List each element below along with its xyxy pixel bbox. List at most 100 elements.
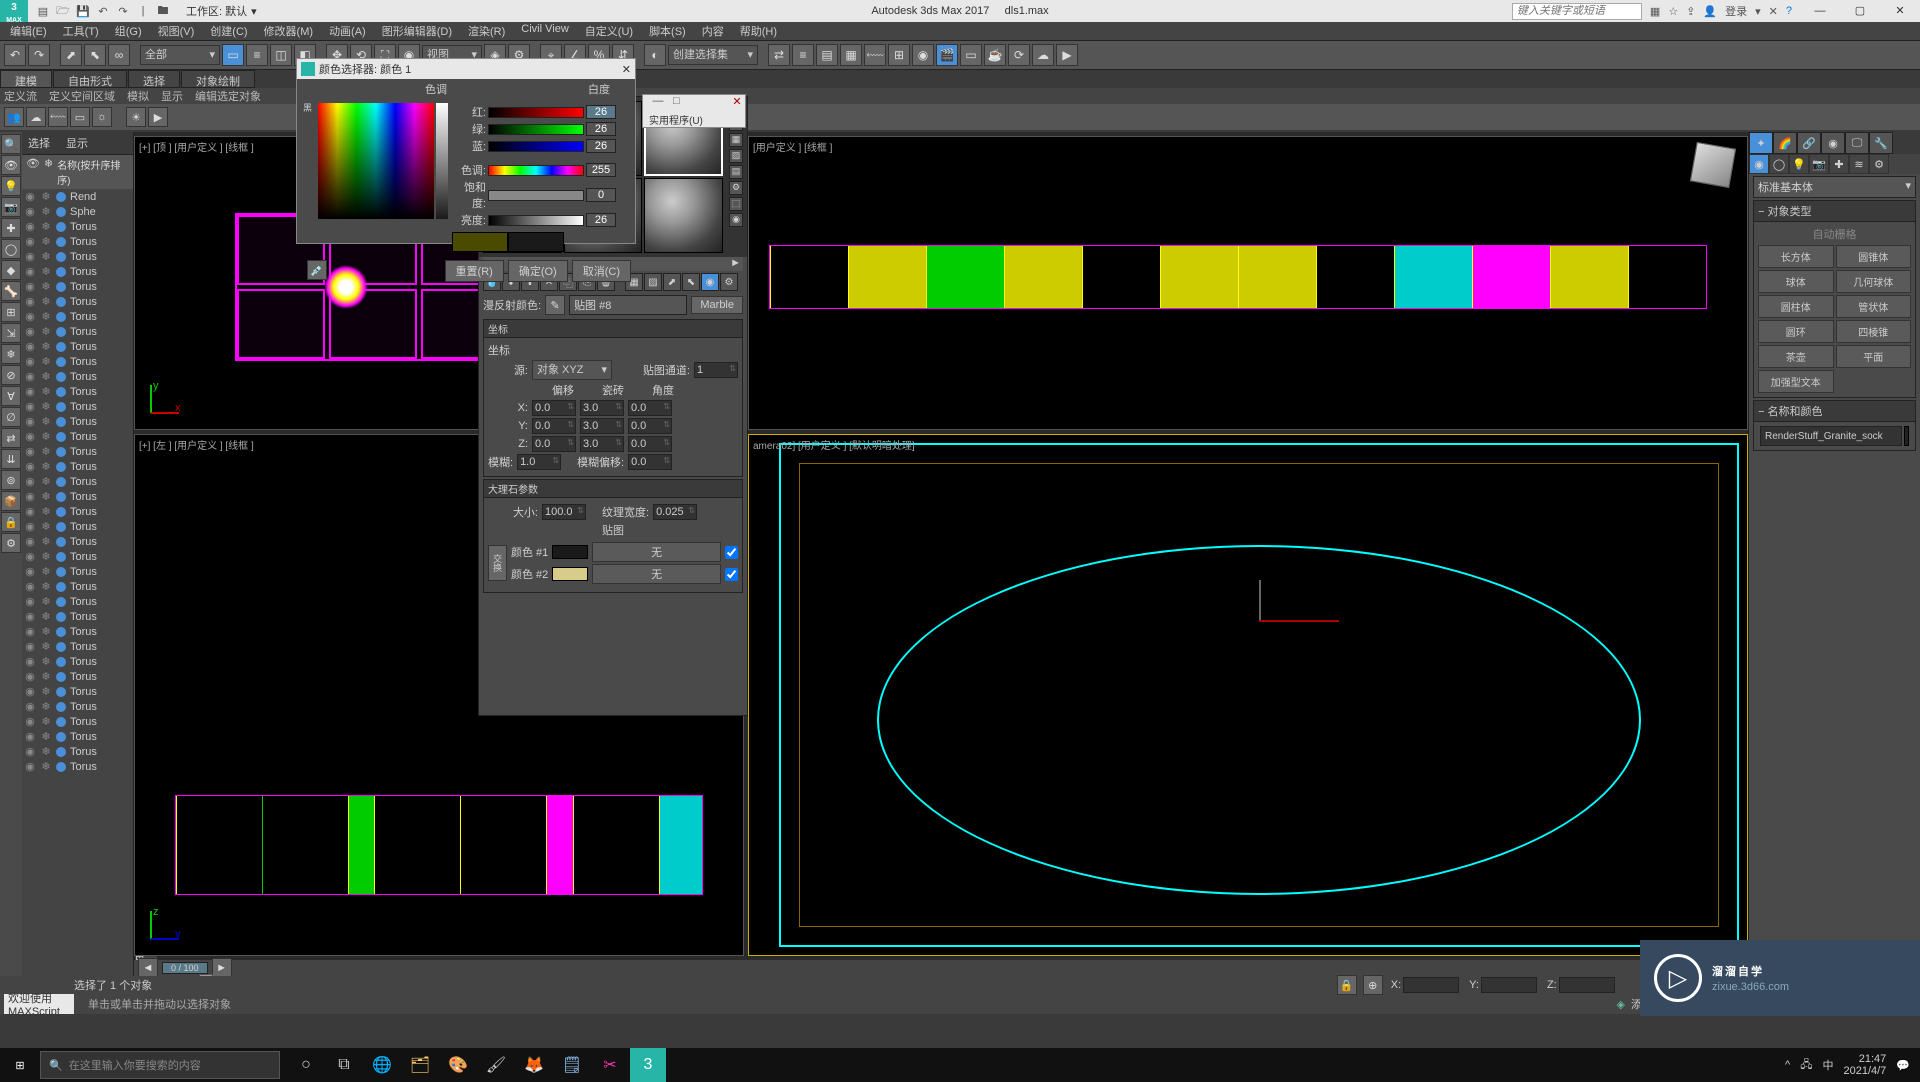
undo-icon[interactable]: ↶	[4, 44, 26, 66]
vis-icon[interactable]: ◉	[24, 700, 36, 713]
util-label[interactable]: 实用程序(U)	[643, 111, 745, 128]
vis-icon[interactable]: ◉	[24, 430, 36, 443]
vis-icon[interactable]: ◉	[24, 730, 36, 743]
list-item[interactable]: ◉❄Torus	[22, 504, 133, 519]
blur-spinner[interactable]: 1.0	[517, 454, 561, 470]
cortana-icon[interactable]: ○	[288, 1048, 324, 1082]
rollout-coords[interactable]: 坐标	[483, 319, 743, 338]
select-rect-icon[interactable]: ◫	[270, 44, 292, 66]
brush-icon[interactable]: 🖌	[478, 1048, 514, 1082]
bind-icon[interactable]: ∞	[108, 44, 130, 66]
util-max-button[interactable]: □	[673, 95, 729, 111]
map-name-field[interactable]: 贴图 #8	[569, 295, 687, 315]
abs-mode-icon[interactable]: ⊕	[1363, 975, 1383, 995]
menu-grapheditors[interactable]: 图形编辑器(D)	[376, 22, 458, 40]
offset-spinner[interactable]: 0.0	[532, 418, 576, 434]
se-children-icon[interactable]: ⇊	[1, 449, 21, 469]
menu-tools[interactable]: 工具(T)	[57, 22, 105, 40]
tray-time[interactable]: 21:47	[1843, 1053, 1886, 1065]
tray-notif-icon[interactable]: 💬	[1896, 1059, 1910, 1072]
list-item[interactable]: ◉❄Torus	[22, 324, 133, 339]
object-name-input[interactable]	[1760, 426, 1902, 446]
list-item[interactable]: ◉❄Torus	[22, 414, 133, 429]
named-sel-icon[interactable]: ◐	[644, 44, 666, 66]
vis-icon[interactable]: ◉	[24, 760, 36, 773]
mat-nav-icon[interactable]: ◉	[701, 273, 719, 291]
list-item[interactable]: ◉❄Torus	[22, 534, 133, 549]
align-icon[interactable]: ≡	[792, 44, 814, 66]
mat-goto-sibling-icon[interactable]: ⬉	[682, 273, 700, 291]
b-slider[interactable]	[488, 141, 584, 152]
list-item[interactable]: ◉❄Torus	[22, 249, 133, 264]
reset-button[interactable]: 重置(R)	[445, 260, 504, 282]
mat-editor-icon[interactable]: ◉	[912, 44, 934, 66]
s-slider[interactable]	[488, 190, 584, 201]
explorer-icon[interactable]: 🗂	[402, 1048, 438, 1082]
cmd-modify-icon[interactable]: 🌈	[1773, 132, 1797, 154]
sim-icon[interactable]: ▶	[148, 107, 168, 127]
tiling-spinner[interactable]: 3.0	[580, 418, 624, 434]
object-color-swatch[interactable]	[1904, 426, 1909, 446]
frz-icon[interactable]: ❄	[40, 385, 52, 398]
list-item[interactable]: ◉❄Torus	[22, 579, 133, 594]
vis-icon[interactable]: ◉	[24, 415, 36, 428]
vis-icon[interactable]: ◉	[24, 205, 36, 218]
select-name-icon[interactable]: ≡	[246, 44, 268, 66]
g-value[interactable]: 26	[586, 122, 616, 136]
se-light-icon[interactable]: 💡	[1, 176, 21, 196]
curve-editor-icon[interactable]: ⬳	[864, 44, 886, 66]
isolate-icon[interactable]: ◈	[1617, 998, 1625, 1011]
mat-options-icon[interactable]: ⚙	[720, 273, 738, 291]
vis-icon[interactable]: ◉	[24, 745, 36, 758]
se-find-icon[interactable]: 🔍	[1, 134, 21, 154]
lock-selection-icon[interactable]: 🔒	[1337, 975, 1357, 995]
sub-system-icon[interactable]: ⚙	[1869, 154, 1889, 174]
swap-button[interactable]: 交换	[488, 545, 507, 581]
render-iter-icon[interactable]: ⟳	[1008, 44, 1030, 66]
frz-icon[interactable]: ❄	[40, 415, 52, 428]
frz-icon[interactable]: ❄	[40, 325, 52, 338]
vis-icon[interactable]: ◉	[24, 670, 36, 683]
primitive-button[interactable]: 圆锥体	[1836, 245, 1912, 268]
vis-icon[interactable]: ◉	[24, 400, 36, 413]
list-item[interactable]: ◉❄Torus	[22, 609, 133, 624]
mat-bg-icon[interactable]: ▦	[729, 133, 743, 147]
sub-helper-icon[interactable]: ✚	[1829, 154, 1849, 174]
list-item[interactable]: ◉❄Torus	[22, 564, 133, 579]
frz-icon[interactable]: ❄	[40, 730, 52, 743]
firefox-icon[interactable]: 🦊	[516, 1048, 552, 1082]
se-display-icon[interactable]: 👁	[1, 155, 21, 175]
menu-animation[interactable]: 动画(A)	[323, 22, 372, 40]
se-all-icon[interactable]: ∀	[1, 386, 21, 406]
vis-icon[interactable]: ◉	[24, 610, 36, 623]
list-item[interactable]: ◉❄Torus	[22, 549, 133, 564]
list-item[interactable]: ◉❄Torus	[22, 279, 133, 294]
se-config-icon[interactable]: ⚙	[1, 533, 21, 553]
qat-redo-icon[interactable]: ↷	[116, 4, 130, 18]
se-tab-display[interactable]: 显示	[66, 135, 88, 151]
color2-map-button[interactable]: 无	[592, 564, 721, 584]
color2-swatch[interactable]	[552, 567, 588, 581]
schematic-icon[interactable]: ⊞	[888, 44, 910, 66]
path-icon[interactable]: ⬳	[48, 107, 68, 127]
list-item[interactable]: ◉❄Torus	[22, 639, 133, 654]
sub-light-icon[interactable]: 💡	[1789, 154, 1809, 174]
tray-net-icon[interactable]: 🖧	[1800, 1056, 1812, 1075]
mat-uv-icon[interactable]: ▨	[729, 149, 743, 163]
angle-spinner[interactable]: 0.0	[628, 436, 672, 452]
primitive-button[interactable]: 平面	[1836, 345, 1912, 368]
frz-icon[interactable]: ❄	[40, 430, 52, 443]
render-setup-icon[interactable]: 🎬	[936, 44, 958, 66]
frz-icon[interactable]: ❄	[40, 760, 52, 773]
user-icon[interactable]: 👤	[1703, 5, 1717, 18]
primitive-button[interactable]: 管状体	[1836, 295, 1912, 318]
maximize-button[interactable]: ▢	[1840, 0, 1880, 22]
frz-icon[interactable]: ❄	[40, 475, 52, 488]
list-item[interactable]: ◉❄Sphe	[22, 204, 133, 219]
frz-icon[interactable]: ❄	[40, 250, 52, 263]
x-input[interactable]	[1403, 977, 1459, 993]
menu-script[interactable]: 脚本(S)	[643, 22, 692, 40]
notes-icon[interactable]: 🗒	[554, 1048, 590, 1082]
vis-icon[interactable]: ◉	[24, 715, 36, 728]
frz-icon[interactable]: ❄	[40, 220, 52, 233]
